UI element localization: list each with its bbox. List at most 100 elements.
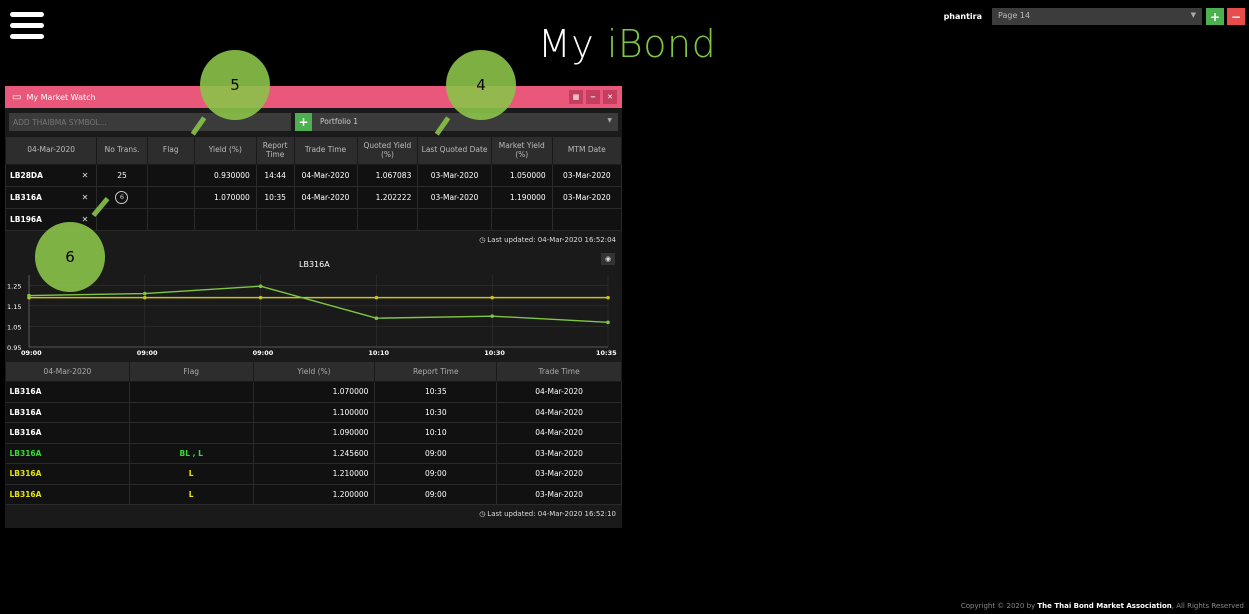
report-time-value	[255, 208, 295, 231]
add-symbol-button[interactable]: +	[295, 113, 312, 131]
flag-cell	[129, 381, 254, 403]
panel-header: ▭ My Market Watch ▦ − ✕	[5, 86, 622, 108]
last-quoted-value	[417, 208, 492, 231]
col-report-time[interactable]: Report Time	[255, 136, 295, 165]
close-button[interactable]: ✕	[603, 90, 617, 104]
last-quoted-value: 03-Mar-2020	[417, 186, 492, 209]
calendar-button[interactable]: ▦	[569, 90, 583, 104]
quoted-yield-value	[356, 208, 419, 231]
x-tick-label: 10:30	[484, 349, 505, 357]
trade-time-cell: 04-Mar-2020	[496, 422, 622, 444]
symbol-cell: LB316A	[5, 402, 130, 423]
col-date[interactable]: 04-Mar-2020	[5, 361, 130, 382]
trade-time-cell: 04-Mar-2020	[496, 381, 622, 403]
flag-value	[146, 208, 195, 231]
data-point	[490, 295, 495, 300]
trade-time-value: 04-Mar-2020	[293, 164, 358, 187]
y-tick-label: 0.95	[7, 344, 21, 352]
add-page-button[interactable]: +	[1206, 8, 1224, 25]
flag-cell: BL , L	[129, 443, 254, 464]
yield-value: 1.070000	[193, 186, 257, 209]
remove-page-button[interactable]: −	[1227, 8, 1245, 25]
x-tick-label: 10:10	[368, 349, 389, 357]
yield-cell: 1.200000	[253, 484, 376, 505]
clock-icon: ◷	[479, 510, 486, 518]
col-no-trans[interactable]: No Trans.	[96, 136, 148, 165]
symbol-label[interactable]: LB196A	[10, 215, 42, 224]
data-point	[27, 293, 31, 298]
symbol-cell: LB316A	[5, 381, 130, 403]
trade-time-value: 04-Mar-2020	[293, 186, 358, 209]
table-row: LB316A 1.090000 10:10 04-Mar-2020	[5, 422, 622, 444]
page-select[interactable]: Page 14 ▼	[992, 8, 1202, 25]
y-tick-label: 1.15	[7, 303, 21, 311]
market-yield-value	[490, 208, 553, 231]
report-time-value: 10:35	[255, 186, 295, 209]
symbol-cell: LB316A	[5, 422, 130, 444]
col-yield[interactable]: Yield (%)	[252, 361, 376, 382]
trade-time-cell: 03-Mar-2020	[496, 463, 622, 485]
col-yield[interactable]: Yield (%)	[193, 136, 257, 165]
camera-icon[interactable]: ◉	[601, 253, 615, 265]
table-row: LB316A L 1.210000 09:00 03-Mar-2020	[5, 463, 622, 485]
data-point	[490, 314, 495, 318]
no-trans-value[interactable]: 25	[96, 164, 148, 187]
y-tick-label: 1.05	[7, 323, 21, 331]
mtm-date-value: 03-Mar-2020	[551, 164, 623, 187]
no-trans-value[interactable]	[96, 208, 148, 231]
data-point	[143, 291, 147, 296]
symbol-label[interactable]: LB28DA	[10, 171, 43, 180]
series-line	[28, 285, 609, 324]
clock-icon: ◷	[479, 236, 486, 244]
col-market-yield[interactable]: Market Yield (%)	[490, 136, 553, 165]
data-point	[606, 295, 610, 300]
table-row: LB316A BL , L 1.245600 09:00 03-Mar-2020	[5, 443, 622, 464]
remove-symbol-icon[interactable]: ✕	[82, 171, 89, 180]
trade-time-cell: 03-Mar-2020	[496, 443, 622, 464]
flag-cell: L	[129, 463, 254, 485]
callout-4: 4	[446, 50, 516, 120]
minimize-button[interactable]: −	[586, 90, 600, 104]
trade-time-value	[293, 208, 358, 231]
col-trade-time[interactable]: Trade Time	[496, 361, 622, 382]
top-bar: phantira Page 14 ▼ + −	[944, 8, 1245, 25]
col-mtm-date[interactable]: MTM Date	[551, 136, 623, 165]
yield-cell: 1.245600	[253, 443, 376, 464]
col-date[interactable]: 04-Mar-2020	[4, 136, 98, 165]
report-time-cell: 09:00	[374, 484, 498, 505]
remove-symbol-icon[interactable]: ✕	[82, 193, 89, 202]
mtm-date-value	[551, 208, 623, 231]
last-updated: ◷ Last updated: 04-Mar-2020 16:52:10	[479, 510, 616, 518]
market-watch-panel: ▭ My Market Watch ▦ − ✕ + Portfolio 1▼ 0…	[4, 86, 623, 528]
flag-cell: L	[129, 484, 254, 505]
col-flag[interactable]: Flag	[128, 361, 254, 382]
report-time-value: 14:44	[255, 164, 295, 187]
chevron-down-icon: ▼	[1190, 11, 1196, 19]
col-report-time[interactable]: Report Time	[374, 361, 498, 382]
col-flag[interactable]: Flag	[146, 136, 195, 165]
data-point	[606, 320, 610, 325]
copyright: Copyright © 2020 by The Thai Bond Market…	[960, 602, 1244, 610]
quoted-yield-value: 1.202222	[356, 186, 419, 209]
market-yield-value: 1.050000	[490, 164, 553, 187]
menu-icon[interactable]	[10, 10, 44, 42]
flag-value	[146, 164, 195, 187]
col-last-quoted-date[interactable]: Last Quoted Date	[417, 136, 492, 165]
last-quoted-value: 03-Mar-2020	[417, 164, 492, 187]
symbol-label[interactable]: LB316A	[10, 193, 42, 202]
table-row[interactable]: LB28DA ✕ 25 0.930000 14:44 04-Mar-2020 1.…	[4, 164, 623, 187]
col-trade-time[interactable]: Trade Time	[293, 136, 358, 165]
data-point	[374, 295, 379, 300]
report-time-cell: 10:30	[374, 402, 498, 423]
col-quoted-yield[interactable]: Quoted Yield (%)	[356, 136, 419, 165]
data-point	[258, 284, 263, 288]
y-tick-label: 1.25	[7, 282, 21, 290]
remove-symbol-icon[interactable]: ✕	[82, 215, 89, 224]
data-point	[374, 316, 379, 320]
panel-title: My Market Watch	[26, 92, 96, 102]
trade-time-cell: 03-Mar-2020	[496, 484, 622, 505]
x-tick-label: 09:00	[137, 349, 158, 357]
yield-cell: 1.100000	[253, 402, 376, 423]
callout-5: 5	[200, 50, 270, 120]
yield-value: 0.930000	[193, 164, 257, 187]
